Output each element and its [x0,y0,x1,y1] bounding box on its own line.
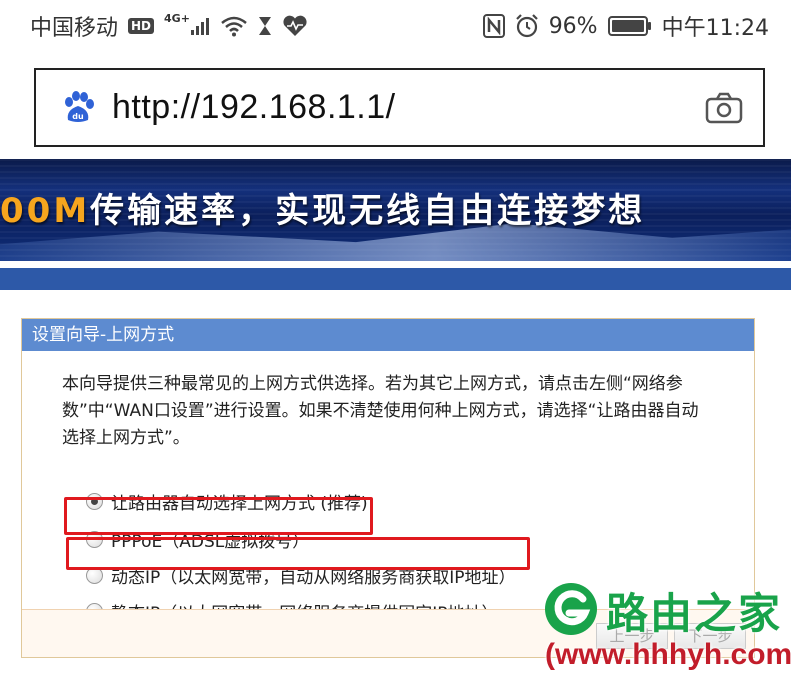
status-bar: 中国移动 HD 4G+ 96% 中午11:24 [0,0,791,52]
url-text[interactable]: http://192.168.1.1/ [112,88,705,127]
battery-percent: 96% [548,13,598,39]
panel-title: 设置向导-上网方式 [22,319,754,351]
banner-divider [0,261,791,268]
baidu-paw-icon: du [60,90,96,126]
banner-slogan: 传输速率，实现无线自由连接梦想 [90,191,646,231]
nav-strip [0,268,791,290]
watermark-url: (www.hhhyh.com) [545,638,791,671]
svg-text:du: du [72,112,84,121]
status-right: 96% 中午11:24 [482,10,769,42]
watermark-title: 路由之家 [606,589,783,638]
panel-body: 本向导提供三种最常见的上网方式供选择。若为其它上网方式，请点击左侧“网络参数”中… [22,351,754,624]
banner-text: 00M传输速率，实现无线自由连接梦想 [0,183,645,232]
wifi-icon [220,15,248,37]
carrier-name: 中国移动 [30,16,119,41]
signal-icon: 4G+ [164,12,210,35]
hourglass-icon [258,16,272,36]
watermark-logo-icon [543,581,599,637]
banner-highlight: 00M [0,191,91,231]
nfc-icon [482,14,505,38]
highlight-box-pppoe [64,497,373,535]
hd-badge: HD [128,18,155,34]
heart-pulse-icon [282,15,308,37]
intro-text: 本向导提供三种最常见的上网方式供选择。若为其它上网方式，请点击左侧“网络参数”中… [62,374,699,448]
highlight-box-dynamic-ip [66,537,530,570]
clock: 中午11:24 [661,16,769,41]
address-bar[interactable]: du http://192.168.1.1/ [34,68,765,147]
battery-icon [607,15,652,37]
network-type: 4G+ [164,11,190,25]
router-banner: 00M传输速率，实现无线自由连接梦想 [0,159,791,261]
camera-icon[interactable] [705,92,743,124]
status-left: 中国移动 HD 4G+ [30,10,308,42]
alarm-icon [515,14,539,38]
